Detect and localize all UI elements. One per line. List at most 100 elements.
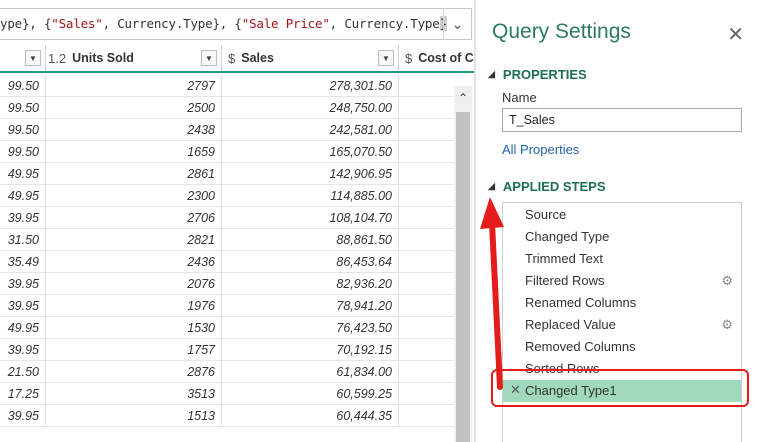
- table-cell[interactable]: [399, 141, 454, 163]
- currency-type-icon[interactable]: $: [228, 51, 235, 66]
- table-cell[interactable]: 248,750.00: [222, 97, 399, 119]
- table-cell[interactable]: 165,070.50: [222, 141, 399, 163]
- table-cell[interactable]: 2861: [46, 163, 222, 185]
- table-cell[interactable]: 49.95: [0, 317, 46, 339]
- table-row[interactable]: 21.50 2876 61,834.00: [0, 361, 454, 383]
- table-cell[interactable]: 2300: [46, 185, 222, 207]
- table-cell[interactable]: 21.50: [0, 361, 46, 383]
- decimal-type-icon[interactable]: 1.2: [48, 51, 66, 66]
- table-cell[interactable]: 2438: [46, 119, 222, 141]
- applied-step-item[interactable]: Renamed Columns: [503, 292, 741, 314]
- table-cell[interactable]: [399, 273, 454, 295]
- table-row[interactable]: 49.95 2861 142,906.95: [0, 163, 454, 185]
- table-cell[interactable]: 1757: [46, 339, 222, 361]
- column-header-sales[interactable]: $ Sales ▼: [222, 45, 399, 71]
- table-cell[interactable]: 39.95: [0, 207, 46, 229]
- column-header-units-sold[interactable]: 1.2 Units Sold ▼: [46, 45, 222, 71]
- table-cell[interactable]: 2706: [46, 207, 222, 229]
- collapse-triangle-icon[interactable]: ◢: [488, 69, 495, 80]
- table-row[interactable]: 17.25 3513 60,599.25: [0, 383, 454, 405]
- table-cell[interactable]: 31.50: [0, 229, 46, 251]
- query-name-input[interactable]: T_Sales: [502, 108, 742, 132]
- table-cell[interactable]: 17.25: [0, 383, 46, 405]
- table-cell[interactable]: 1659: [46, 141, 222, 163]
- table-cell[interactable]: 60,599.25: [222, 383, 399, 405]
- table-cell[interactable]: 2876: [46, 361, 222, 383]
- table-cell[interactable]: 49.95: [0, 185, 46, 207]
- applied-step-item[interactable]: Replaced Value ⚙: [503, 314, 741, 336]
- applied-step-item[interactable]: Changed Type: [503, 226, 741, 248]
- table-cell[interactable]: 76,423.50: [222, 317, 399, 339]
- close-icon[interactable]: ✕: [727, 22, 744, 47]
- properties-section-header[interactable]: ◢ PROPERTIES: [488, 67, 587, 82]
- formula-expand-button[interactable]: ⌄: [443, 9, 471, 39]
- table-cell[interactable]: 39.95: [0, 295, 46, 317]
- table-cell[interactable]: 2797: [46, 75, 222, 97]
- applied-steps-section-header[interactable]: ◢ APPLIED STEPS: [488, 179, 606, 194]
- table-cell[interactable]: 1530: [46, 317, 222, 339]
- table-cell[interactable]: 99.50: [0, 119, 46, 141]
- table-cell[interactable]: 78,941.20: [222, 295, 399, 317]
- table-cell[interactable]: 82,936.20: [222, 273, 399, 295]
- table-cell[interactable]: [399, 207, 454, 229]
- vertical-scrollbar[interactable]: ⌃: [454, 86, 472, 442]
- table-cell[interactable]: [399, 119, 454, 141]
- currency-type-icon[interactable]: $: [405, 51, 412, 66]
- table-row[interactable]: 99.50 2438 242,581.00: [0, 119, 454, 141]
- table-cell[interactable]: 49.95: [0, 163, 46, 185]
- table-cell[interactable]: 99.50: [0, 141, 46, 163]
- table-row[interactable]: 49.95 1530 76,423.50: [0, 317, 454, 339]
- table-cell[interactable]: 86,453.64: [222, 251, 399, 273]
- table-row[interactable]: 31.50 2821 88,861.50: [0, 229, 454, 251]
- table-cell[interactable]: 99.50: [0, 97, 46, 119]
- table-cell[interactable]: [399, 295, 454, 317]
- table-cell[interactable]: 1513: [46, 405, 222, 427]
- table-row[interactable]: 39.95 2076 82,936.20: [0, 273, 454, 295]
- applied-step-item[interactable]: Trimmed Text: [503, 248, 741, 270]
- column-filter-button[interactable]: ▼: [25, 50, 41, 66]
- collapse-triangle-icon[interactable]: ◢: [488, 181, 495, 192]
- table-cell[interactable]: 1976: [46, 295, 222, 317]
- table-cell[interactable]: [399, 383, 454, 405]
- column-header-cost[interactable]: $ Cost of C: [399, 45, 474, 71]
- table-cell[interactable]: 60,444.35: [222, 405, 399, 427]
- table-cell[interactable]: [399, 97, 454, 119]
- table-cell[interactable]: [399, 361, 454, 383]
- table-cell[interactable]: 278,301.50: [222, 75, 399, 97]
- column-filter-button[interactable]: ▼: [378, 50, 394, 66]
- table-row[interactable]: 39.95 1976 78,941.20: [0, 295, 454, 317]
- table-cell[interactable]: [399, 229, 454, 251]
- table-cell[interactable]: 88,861.50: [222, 229, 399, 251]
- table-row[interactable]: 49.95 2300 114,885.00: [0, 185, 454, 207]
- table-row[interactable]: 39.95 1513 60,444.35: [0, 405, 454, 427]
- formula-bar[interactable]: ype}, {"Sales", Currency.Type}, {"Sale P…: [0, 8, 472, 40]
- table-row[interactable]: 39.95 2706 108,104.70: [0, 207, 454, 229]
- gear-icon[interactable]: ⚙: [721, 317, 733, 333]
- table-row[interactable]: 39.95 1757 70,192.15: [0, 339, 454, 361]
- table-cell[interactable]: 108,104.70: [222, 207, 399, 229]
- table-cell[interactable]: 114,885.00: [222, 185, 399, 207]
- table-cell[interactable]: 2076: [46, 273, 222, 295]
- table-cell[interactable]: [399, 185, 454, 207]
- table-cell[interactable]: 2436: [46, 251, 222, 273]
- formula-text[interactable]: ype}, {"Sales", Currency.Type}, {"Sale P…: [0, 9, 447, 39]
- table-cell[interactable]: [399, 405, 454, 427]
- scroll-up-button[interactable]: ⌃: [454, 86, 472, 110]
- table-cell[interactable]: 2821: [46, 229, 222, 251]
- table-cell[interactable]: 2500: [46, 97, 222, 119]
- table-cell[interactable]: [399, 317, 454, 339]
- all-properties-link[interactable]: All Properties: [502, 142, 579, 157]
- table-cell[interactable]: 99.50: [0, 75, 46, 97]
- table-cell[interactable]: 61,834.00: [222, 361, 399, 383]
- applied-step-item[interactable]: Removed Columns: [503, 336, 741, 358]
- table-cell[interactable]: 39.95: [0, 273, 46, 295]
- table-cell[interactable]: [399, 163, 454, 185]
- table-cell[interactable]: 35.49: [0, 251, 46, 273]
- column-filter-button[interactable]: ▼: [201, 50, 217, 66]
- applied-step-item[interactable]: Source: [503, 204, 741, 226]
- table-cell[interactable]: 242,581.00: [222, 119, 399, 141]
- table-cell[interactable]: 39.95: [0, 339, 46, 361]
- table-row[interactable]: 35.49 2436 86,453.64: [0, 251, 454, 273]
- table-cell[interactable]: 70,192.15: [222, 339, 399, 361]
- column-header-price[interactable]: ▼: [0, 45, 46, 71]
